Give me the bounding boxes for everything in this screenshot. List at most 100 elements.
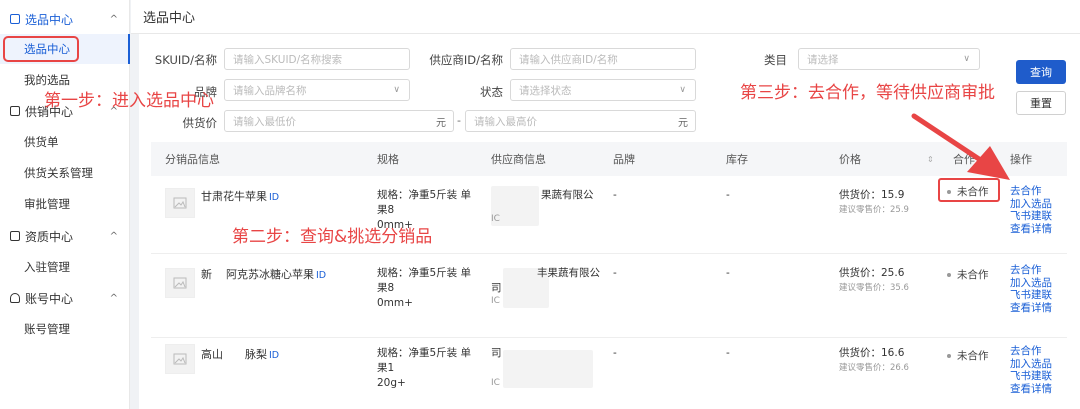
status-badge: 未合作	[947, 348, 989, 363]
stock-cell: -	[726, 267, 730, 279]
cooperate-link[interactable]: 去合作	[1010, 185, 1052, 198]
id-badge: ID	[269, 350, 280, 361]
chevron-up-icon: ^	[109, 230, 118, 242]
column-header: 库存	[726, 153, 748, 166]
sidebar-item-onboarding[interactable]: 入驻管理	[0, 252, 130, 282]
step1-annotation: 第一步：进入选品中心	[44, 91, 214, 111]
cooperate-link[interactable]: 去合作	[1010, 345, 1052, 358]
supplier-id: IC	[491, 214, 500, 224]
status-dot	[947, 189, 951, 194]
row-actions: 去合作 加入选品 飞书建联 查看详情	[1010, 185, 1052, 235]
column-header: 规格	[377, 153, 399, 166]
page-header: 选品中心	[131, 0, 1080, 34]
brand-input[interactable]: 请输入品牌名称 ∨	[224, 79, 410, 101]
price-min-input[interactable]: 请输入最低价 元	[224, 110, 454, 132]
sidebar: 选品中心 ^ 选品中心 我的选品 供销中心 ^ 供货单 供货关系管理 审批管理 …	[0, 0, 130, 409]
price-unit: 元	[436, 117, 446, 129]
table-row: 高山 脉梨 ID 规格：净重5斤装 单果1 20g+ 司 IC - - 供货价：16.…	[151, 338, 1067, 409]
sidebar-group-account[interactable]: 账号中心 ^	[0, 283, 130, 313]
sidebar-item-account-manage[interactable]: 账号管理	[0, 314, 130, 344]
price-sort-icon[interactable]: ⇕	[923, 142, 934, 176]
column-header-price[interactable]: 价格	[839, 142, 861, 176]
id-badge: ID	[316, 270, 327, 281]
category-select[interactable]: 请选择 ∨	[798, 48, 980, 70]
qualification-icon	[10, 231, 20, 241]
reset-button[interactable]: 重置	[1016, 91, 1066, 115]
supplier-cell: 丰果蔬有限公司	[491, 267, 600, 294]
price-unit: 元	[678, 117, 688, 129]
supplier-label: 供应商ID/名称	[429, 53, 503, 67]
status-badge: 未合作	[947, 267, 989, 282]
sidebar-item-supply-relation[interactable]: 供货关系管理	[0, 158, 130, 188]
add-selection-link[interactable]: 加入选品	[1010, 358, 1052, 371]
price-cell: 供货价：25.6 建议零售价：35.6	[839, 267, 909, 293]
product-name[interactable]: 高山 脉梨 ID	[201, 346, 279, 362]
brand-cell: -	[613, 267, 617, 279]
price-cell: 供货价：15.9 建议零售价：25.9	[839, 189, 909, 215]
skuid-input[interactable]: 请输入SKUID/名称搜索	[224, 48, 410, 70]
sidebar-item-label: 入驻管理	[24, 260, 70, 274]
status-dot	[947, 353, 951, 358]
sidebar-item-label: 供货关系管理	[24, 166, 93, 180]
step1-highlight-box	[3, 36, 79, 62]
chevron-up-icon: ^	[109, 292, 118, 304]
chevron-down-icon: ∨	[679, 85, 686, 95]
image-placeholder-icon	[165, 268, 195, 298]
user-icon	[10, 293, 20, 303]
brand-cell: -	[613, 347, 617, 359]
sidebar-group-label: 账号中心	[25, 291, 74, 306]
column-header: 分销品信息	[165, 153, 220, 166]
stock-cell: -	[726, 347, 730, 359]
supply-center-icon	[10, 106, 20, 116]
category-label: 类目	[764, 53, 787, 67]
price-max-input[interactable]: 请输入最高价 元	[465, 110, 696, 132]
sidebar-item-label: 审批管理	[24, 197, 70, 211]
product-name[interactable]: 甘肃花牛苹果 ID	[201, 188, 279, 204]
price-cell: 供货价：16.6 建议零售价：26.6	[839, 347, 909, 373]
query-button[interactable]: 查询	[1016, 60, 1066, 84]
add-selection-link[interactable]: 加入选品	[1010, 277, 1052, 290]
row-actions: 去合作 加入选品 飞书建联 查看详情	[1010, 345, 1052, 395]
sidebar-item-selection-center[interactable]: 选品中心	[0, 34, 130, 64]
table-row: 新阿克苏冰糖心苹果 ID 规格：净重5斤装 单果8 0mm+ 丰果蔬有限公司 IC …	[151, 254, 1067, 338]
feishu-contact-link[interactable]: 飞书建联	[1010, 210, 1052, 223]
skuid-label: SKUID/名称	[154, 53, 217, 67]
row-actions: 去合作 加入选品 飞书建联 查看详情	[1010, 264, 1052, 314]
view-details-link[interactable]: 查看详情	[1010, 223, 1052, 236]
sidebar-group-qualification[interactable]: 资质中心 ^	[0, 221, 130, 251]
view-details-link[interactable]: 查看详情	[1010, 383, 1052, 396]
cooperate-link[interactable]: 去合作	[1010, 264, 1052, 277]
spec-cell: 规格：净重5斤装 单果1 20g+	[377, 347, 472, 389]
status-select[interactable]: 请选择状态 ∨	[510, 79, 696, 101]
stock-cell: -	[726, 189, 730, 201]
sidebar-group-label: 资质中心	[25, 229, 74, 244]
brand-cell: -	[613, 189, 617, 201]
feishu-contact-link[interactable]: 飞书建联	[1010, 370, 1052, 383]
table-header: 分销品信息 规格 供应商信息 品牌 库存 价格 ⇕ 合作 操作	[151, 142, 1067, 176]
spec-cell: 规格：净重5斤装 单果8 0mm+	[377, 267, 472, 309]
column-header: 操作	[1010, 153, 1032, 166]
status-dot	[947, 272, 951, 277]
step2-annotation: 第二步：查询&挑选分销品	[232, 227, 433, 247]
redacted-text	[223, 348, 245, 358]
selection-center-icon	[10, 14, 20, 24]
column-header: 供应商信息	[491, 153, 546, 166]
supplier-input[interactable]: 请输入供应商ID/名称	[510, 48, 696, 70]
supplier-id: IC	[491, 378, 500, 388]
add-selection-link[interactable]: 加入选品	[1010, 198, 1052, 211]
redacted-text	[212, 268, 226, 278]
supplier-id: IC	[491, 296, 500, 306]
status-badge: 未合作	[947, 184, 989, 199]
supplier-cell: 果蔬有限公	[541, 189, 594, 201]
view-details-link[interactable]: 查看详情	[1010, 302, 1052, 315]
product-name[interactable]: 新阿克苏冰糖心苹果 ID	[201, 266, 326, 282]
chevron-up-icon: ^	[109, 13, 118, 25]
page-title: 选品中心	[143, 11, 196, 26]
id-badge: ID	[269, 192, 280, 203]
sidebar-group-selection-center[interactable]: 选品中心 ^	[0, 4, 130, 34]
feishu-contact-link[interactable]: 飞书建联	[1010, 289, 1052, 302]
sidebar-item-supply-order[interactable]: 供货单	[0, 127, 130, 157]
sidebar-item-approval[interactable]: 审批管理	[0, 189, 130, 219]
sidebar-item-label: 供货单	[24, 135, 59, 149]
status-label: 状态	[480, 85, 503, 99]
